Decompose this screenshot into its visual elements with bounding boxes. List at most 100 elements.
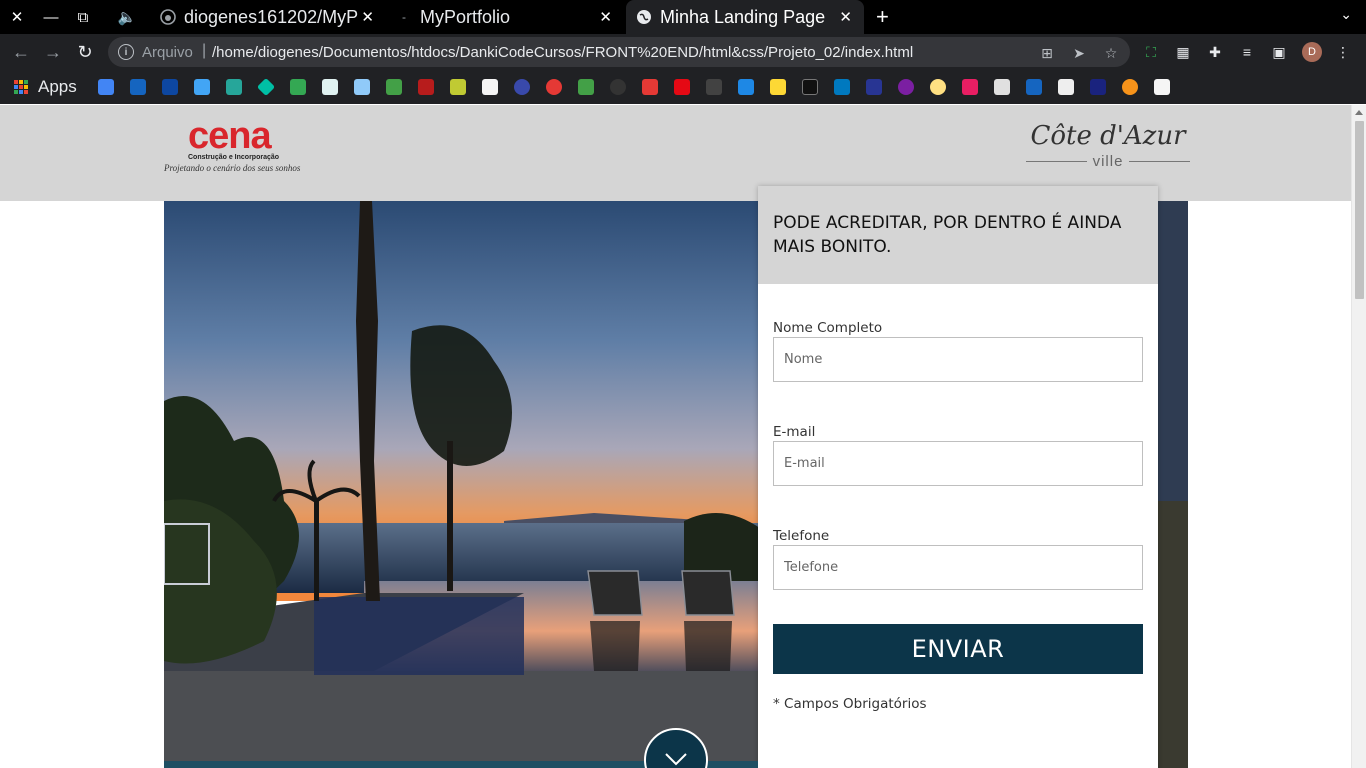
- bookmark-icon[interactable]: [256, 77, 276, 97]
- extensions-icon[interactable]: ✚: [1206, 43, 1224, 61]
- bookmark-icon[interactable]: [322, 79, 338, 95]
- bookmark-icon[interactable]: [1154, 79, 1170, 95]
- bookmark-icon[interactable]: [930, 79, 946, 95]
- avatar[interactable]: D: [1302, 42, 1322, 62]
- email-input[interactable]: [773, 441, 1143, 486]
- bookmark-icon[interactable]: [994, 79, 1010, 95]
- tab-title: diogenes161202/MyP: [184, 6, 359, 27]
- bookmark-icon[interactable]: [194, 79, 210, 95]
- browser-toolbar: ← → ↻ i Arquivo | /home/diogenes/Documen…: [0, 34, 1366, 70]
- url-text[interactable]: /home/diogenes/Documentos/htdocs/DankiCo…: [212, 44, 913, 61]
- bookmark-icon[interactable]: [418, 79, 434, 95]
- tab-title: MyPortfolio: [420, 6, 511, 27]
- bookmark-icon[interactable]: [642, 79, 658, 95]
- close-tab-icon[interactable]: ✕: [839, 8, 852, 26]
- bookmark-icon[interactable]: [706, 79, 722, 95]
- address-bar[interactable]: i Arquivo | /home/diogenes/Documentos/ht…: [108, 37, 1130, 67]
- scroll-thumb[interactable]: [1355, 121, 1364, 299]
- tab-github[interactable]: diogenes161202/MyP ✕: [150, 0, 386, 34]
- tab-landing-page[interactable]: Minha Landing Page ✕: [626, 0, 864, 34]
- bookmark-icon[interactable]: [450, 79, 466, 95]
- cena-logo-word: cena: [188, 115, 272, 157]
- screenshot-icon[interactable]: ⛶: [1142, 43, 1160, 61]
- send-icon[interactable]: ➤: [1070, 44, 1088, 62]
- phone-label: Telefone: [773, 528, 830, 544]
- bookmark-icon[interactable]: [866, 79, 882, 95]
- ville-text: ville: [1092, 153, 1124, 170]
- apps-grid-icon: [14, 80, 28, 94]
- tab-myportfolio[interactable]: - MyPortfolio ✕: [386, 0, 624, 34]
- phone-input[interactable]: [773, 545, 1143, 590]
- scroll-up-arrow[interactable]: [1355, 110, 1363, 115]
- bookmark-icon[interactable]: [578, 79, 594, 95]
- bookmark-icon[interactable]: [1058, 79, 1074, 95]
- grid-extension-icon[interactable]: ▦: [1174, 43, 1192, 61]
- bookmark-icon[interactable]: [162, 79, 178, 95]
- apps-shortcut[interactable]: Apps: [14, 77, 77, 97]
- close-tab-icon[interactable]: ✕: [361, 8, 374, 26]
- globe-icon: [636, 9, 652, 25]
- bookmark-icon[interactable]: [546, 79, 562, 95]
- page-scrollbar[interactable]: [1351, 105, 1366, 768]
- cote-dazur-logo[interactable]: Côte d'Azur ville: [1026, 119, 1190, 170]
- bookmark-icon[interactable]: [226, 79, 242, 95]
- cote-dazur-script: Côte d'Azur: [1030, 121, 1186, 151]
- github-icon: [160, 9, 176, 25]
- chevron-down-icon[interactable]: ⌄: [1340, 6, 1352, 23]
- site-header: cena Construção e Incorporação Projetand…: [0, 105, 1366, 201]
- bookmark-star-icon[interactable]: ☆: [1102, 44, 1120, 62]
- name-input[interactable]: [773, 337, 1143, 382]
- bookmark-icon[interactable]: [1090, 79, 1106, 95]
- minimize-icon[interactable]: —: [40, 6, 62, 28]
- bookmark-icon[interactable]: [962, 79, 978, 95]
- menu-icon[interactable]: ⋮: [1334, 43, 1352, 61]
- bookmark-icon[interactable]: [1026, 79, 1042, 95]
- required-fields-note: * Campos Obrigatórios: [773, 696, 927, 712]
- bookmark-icon[interactable]: [354, 79, 370, 95]
- bookmark-icon[interactable]: [898, 79, 914, 95]
- bookmark-icon[interactable]: [1122, 79, 1138, 95]
- field-group-name: Nome Completo: [773, 320, 1143, 424]
- cena-logo[interactable]: cena Construção e Incorporação Projetand…: [164, 115, 316, 174]
- chevron-down-icon: [664, 742, 688, 768]
- info-icon[interactable]: i: [118, 44, 134, 60]
- forward-icon[interactable]: →: [42, 41, 64, 63]
- page-icon: -: [402, 10, 406, 24]
- form-title: PODE ACREDITAR, POR DENTRO É AINDA MAIS …: [773, 213, 1122, 257]
- bookmark-icon[interactable]: [770, 79, 786, 95]
- url-separator: |: [202, 42, 207, 59]
- divider: [1026, 161, 1087, 162]
- submit-button[interactable]: ENVIAR: [773, 624, 1143, 674]
- back-icon[interactable]: ←: [10, 41, 32, 63]
- close-tab-icon[interactable]: ✕: [599, 8, 612, 26]
- side-panel-icon[interactable]: ▣: [1270, 43, 1288, 61]
- tab-strip: ✕ — ⧉ 🔈 diogenes161202/MyP ✕ - MyPortfol…: [0, 0, 1366, 34]
- field-group-email: E-mail: [773, 424, 1143, 528]
- reload-icon[interactable]: ↻: [74, 41, 96, 63]
- form-body: Nome Completo E-mail Telefone ENVIAR * C…: [758, 284, 1158, 712]
- close-window-icon[interactable]: ✕: [6, 6, 28, 28]
- bookmark-icon[interactable]: [738, 79, 754, 95]
- form-header: PODE ACREDITAR, POR DENTRO É AINDA MAIS …: [758, 186, 1158, 284]
- apps-label: Apps: [38, 77, 77, 96]
- bookmark-icon[interactable]: [834, 79, 850, 95]
- speaker-icon[interactable]: 🔈: [116, 6, 138, 28]
- translate-icon[interactable]: ⊞: [1038, 44, 1056, 62]
- new-tab-icon[interactable]: +: [876, 4, 889, 30]
- restore-icon[interactable]: ⧉: [72, 6, 94, 28]
- bookmark-icon[interactable]: [802, 79, 818, 95]
- bookmark-icon[interactable]: [514, 79, 530, 95]
- bookmark-icon[interactable]: [482, 79, 498, 95]
- bookmark-icon[interactable]: [610, 79, 626, 95]
- bookmark-icon[interactable]: [98, 79, 114, 95]
- email-label: E-mail: [773, 424, 816, 440]
- bookmark-icon[interactable]: [130, 79, 146, 95]
- lead-form: PODE ACREDITAR, POR DENTRO É AINDA MAIS …: [758, 186, 1158, 768]
- bookmark-icon[interactable]: [386, 79, 402, 95]
- bookmark-icon[interactable]: [290, 79, 306, 95]
- bookmark-icon[interactable]: [674, 79, 690, 95]
- tab-title: Minha Landing Page: [660, 6, 826, 27]
- name-label: Nome Completo: [773, 320, 883, 336]
- cena-logo-subtitle: Construção e Incorporação: [188, 154, 280, 161]
- media-control-icon[interactable]: ≡: [1238, 43, 1256, 61]
